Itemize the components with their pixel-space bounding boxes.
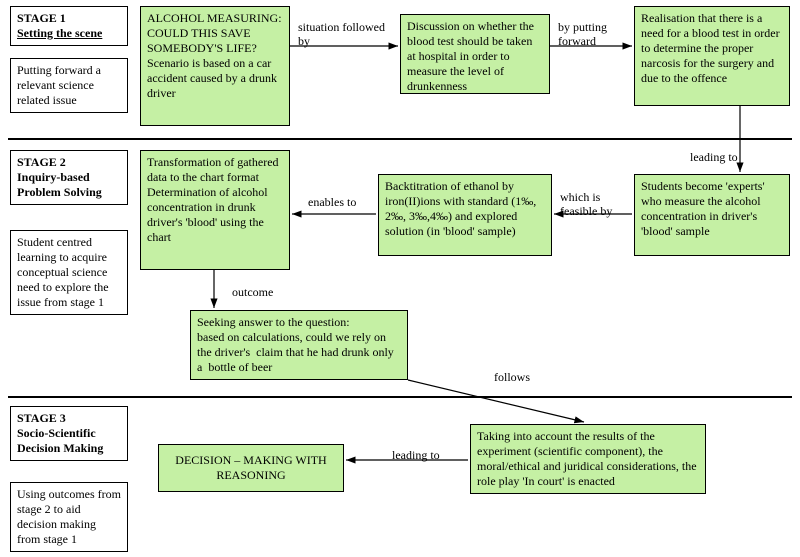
stage2-desc: Student centred learning to acquire conc… <box>17 235 109 309</box>
stage2-enables-label: enables to <box>308 195 356 209</box>
stage2-students-box: Students become 'experts' who measure th… <box>634 174 790 256</box>
stage2-backtitration-text: Backtitration of ethanol by iron(II)ions… <box>385 179 536 238</box>
stage3-title: STAGE 3 <box>17 411 66 425</box>
stage2-backtitration-box: Backtitration of ethanol by iron(II)ions… <box>378 174 552 256</box>
stage1-title-box: STAGE 1 Setting the scene <box>10 6 128 46</box>
stage2-transform-text: Transformation of gathered data to the c… <box>147 155 282 244</box>
stage3-title-box: STAGE 3 Socio-Scientific Decision Making <box>10 406 128 461</box>
stage1-discussion-box: Discussion on whether the blood test sho… <box>400 14 550 94</box>
stage1-realisation-box: Realisation that there is a need for a b… <box>634 6 790 106</box>
stage3-decision-text: DECISION – MAKING WITH REASONING <box>175 453 326 482</box>
divider-2 <box>8 396 792 398</box>
divider-1 <box>8 138 792 140</box>
stage2-desc-box: Student centred learning to acquire conc… <box>10 230 128 315</box>
stage3-leading-label: leading to <box>392 448 440 462</box>
stage1-discussion-text: Discussion on whether the blood test sho… <box>407 19 534 93</box>
stage1-desc-box: Putting forward a relevant science relat… <box>10 58 128 113</box>
stage3-taking-box: Taking into account the results of the e… <box>470 424 706 494</box>
stage1-scenario-box: ALCOHOL MEASURING: COULD THIS SAVE SOMEB… <box>140 6 290 126</box>
stage1-realisation-text: Realisation that there is a need for a b… <box>641 11 780 85</box>
stage2-subtitle: Inquiry-based Problem Solving <box>17 170 102 199</box>
stage1-title: STAGE 1 <box>17 11 66 25</box>
stage3-decision-box: DECISION – MAKING WITH REASONING <box>158 444 344 492</box>
stage1-subtitle: Setting the scene <box>17 26 102 40</box>
stage2-seeking-text: Seeking answer to the question: based on… <box>197 315 397 374</box>
stage1-desc: Putting forward a relevant science relat… <box>17 63 101 107</box>
stage3-taking-text: Taking into account the results of the e… <box>477 429 697 488</box>
stage3-desc: Using outcomes from stage 2 to aid decis… <box>17 487 121 546</box>
stage2-title-box: STAGE 2 Inquiry-based Problem Solving <box>10 150 128 205</box>
stage1-arrow1-label: situation followed by <box>298 20 398 49</box>
stage1-arrow2-label: by putting forward <box>558 20 607 49</box>
stage2-title: STAGE 2 <box>17 155 66 169</box>
stage2-students-text: Students become 'experts' who measure th… <box>641 179 765 238</box>
stage2-seeking-box: Seeking answer to the question: based on… <box>190 310 408 380</box>
stage1-scenario-text: ALCOHOL MEASURING: COULD THIS SAVE SOMEB… <box>147 11 285 100</box>
stage2-leadingto-label: leading to <box>690 150 738 164</box>
stage3-subtitle: Socio-Scientific Decision Making <box>17 426 103 455</box>
stage2-follows-label: follows <box>494 370 530 384</box>
stage2-feasible-label: which is feasible by <box>560 190 630 219</box>
stage2-transform-box: Transformation of gathered data to the c… <box>140 150 290 270</box>
stage2-outcome-label: outcome <box>232 285 273 299</box>
stage3-desc-box: Using outcomes from stage 2 to aid decis… <box>10 482 128 552</box>
